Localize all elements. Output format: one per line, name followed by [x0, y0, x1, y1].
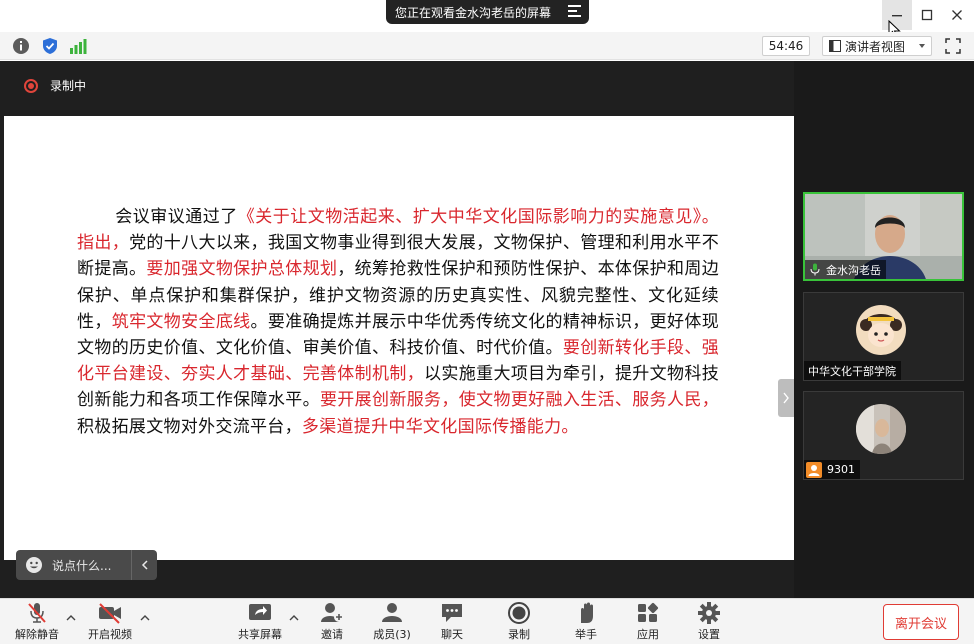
chat-label: 聊天 [441, 628, 463, 641]
recording-label: 录制中 [50, 79, 87, 93]
raise-hand-label: 举手 [575, 628, 597, 641]
shared-screen: 录制中 会议审议通过了《关于让文物活起来、扩大中华文化国际影响力的实施意见》。指… [0, 61, 794, 598]
chevron-left-icon [141, 560, 148, 570]
participants-label: 成员(3) [373, 628, 411, 641]
participant-name: 金水沟老岳 [826, 263, 881, 277]
participant-video-panel: 金水沟老岳 中华文化干部学院 9301 [794, 61, 974, 598]
emoji-icon[interactable] [25, 556, 43, 574]
share-screen-button[interactable]: 共享屏幕 [235, 599, 285, 644]
close-button[interactable] [942, 0, 972, 30]
participants-icon [382, 603, 402, 622]
unmute-label: 解除静音 [15, 628, 59, 641]
video-tile-speaker[interactable]: 金水沟老岳 [803, 192, 964, 281]
speaker-view-dropdown[interactable]: 演讲者视图 [822, 36, 932, 56]
avatar [856, 404, 906, 454]
shield-icon[interactable] [41, 37, 59, 55]
screen-share-banner[interactable]: 您正在观看金水沟老岳的屏幕 [386, 0, 589, 24]
settings-label: 设置 [698, 628, 720, 641]
chevron-down-icon [919, 44, 925, 48]
screen-share-banner-text: 您正在观看金水沟老岳的屏幕 [395, 5, 552, 20]
menu-icon[interactable] [568, 5, 581, 17]
participant-name-tag: 9301 [804, 460, 860, 479]
maximize-icon [921, 9, 933, 21]
participant-name: 9301 [827, 463, 855, 476]
network-signal-icon[interactable] [69, 37, 87, 55]
participant-name-tag: 金水沟老岳 [805, 260, 886, 279]
raise-hand-button[interactable]: 举手 [564, 599, 608, 644]
user-icon [806, 461, 822, 478]
document-paragraph: 会议审议通过了《关于让文物活起来、扩大中华文化国际影响力的实施意见》。指出，党的… [77, 204, 719, 440]
toggle-panel-button[interactable] [778, 379, 794, 417]
avatar [856, 305, 906, 355]
meeting-control-bar: 解除静音 开启视频 共享屏幕 邀请 成员(3) 聊天 录制 举手 应用 设置 离… [0, 598, 974, 644]
start-video-button[interactable]: 开启视频 [85, 599, 135, 644]
participant-name: 中华文化干部学院 [808, 364, 896, 378]
record-icon [24, 78, 38, 93]
maximize-button[interactable] [912, 0, 942, 30]
chat-icon [442, 604, 462, 622]
settings-button[interactable]: 设置 [687, 599, 731, 644]
highlighted-text-run: 多渠道提升中华文化国际传播能力。 [301, 416, 579, 437]
add-user-icon [321, 603, 344, 622]
leave-meeting-button[interactable]: 离开会议 [883, 604, 959, 640]
recording-indicator: 录制中 [24, 77, 86, 94]
apps-button[interactable]: 应用 [626, 599, 670, 644]
share-screen-icon [249, 604, 271, 620]
video-tile-participant[interactable]: 中华文化干部学院 [803, 292, 964, 381]
participant-name-tag: 中华文化干部学院 [804, 361, 901, 380]
highlighted-text-run: 筑牢文物安全底线 [111, 311, 251, 332]
meeting-timer: 54:46 [762, 36, 810, 56]
record-label: 录制 [508, 628, 530, 641]
participants-button[interactable]: 成员(3) [368, 599, 416, 644]
microphone-icon [810, 263, 820, 276]
collapse-chat-button[interactable] [131, 550, 157, 580]
share-options-chevron-up-icon[interactable] [289, 614, 299, 622]
invite-label: 邀请 [321, 628, 343, 641]
speaker-view-label: 演讲者视图 [845, 39, 906, 54]
record-icon [508, 602, 530, 624]
chevron-right-icon [783, 392, 789, 404]
chat-input[interactable]: 说点什么... [52, 557, 131, 574]
apps-label: 应用 [637, 628, 659, 641]
record-button[interactable]: 录制 [497, 599, 541, 644]
video-options-chevron-up-icon[interactable] [140, 614, 150, 622]
unmute-button[interactable]: 解除静音 [12, 599, 62, 644]
text-run: 积极拓展文物对外交流平台， [77, 416, 302, 437]
chat-input-bar[interactable]: 说点什么... [16, 550, 157, 580]
start-video-label: 开启视频 [88, 628, 132, 641]
highlighted-text-run: 要加强文物保护总体规划 [146, 259, 338, 280]
microphone-muted-icon [28, 603, 46, 623]
raise-hand-icon [581, 602, 593, 623]
meeting-toolbar: 54:46 演讲者视图 [0, 32, 974, 60]
video-camera-off-icon [99, 603, 121, 624]
highlighted-text-run: 要开展创新服务，使文物更好融入生活、服务人民， [319, 390, 719, 411]
gear-icon [698, 602, 720, 624]
info-icon[interactable] [12, 37, 30, 55]
close-icon [952, 10, 962, 20]
video-tile-participant[interactable]: 9301 [803, 391, 964, 480]
chat-button[interactable]: 聊天 [430, 599, 474, 644]
apps-icon [638, 602, 659, 622]
share-screen-label: 共享屏幕 [238, 628, 282, 641]
text-run: 会议审议通过了 [115, 207, 238, 227]
document-page: 会议审议通过了《关于让文物活起来、扩大中华文化国际影响力的实施意见》。指出，党的… [4, 116, 794, 560]
view-layout-icon [829, 40, 841, 52]
fullscreen-icon[interactable] [944, 37, 962, 55]
audio-options-chevron-up-icon[interactable] [66, 614, 76, 622]
invite-button[interactable]: 邀请 [310, 599, 354, 644]
